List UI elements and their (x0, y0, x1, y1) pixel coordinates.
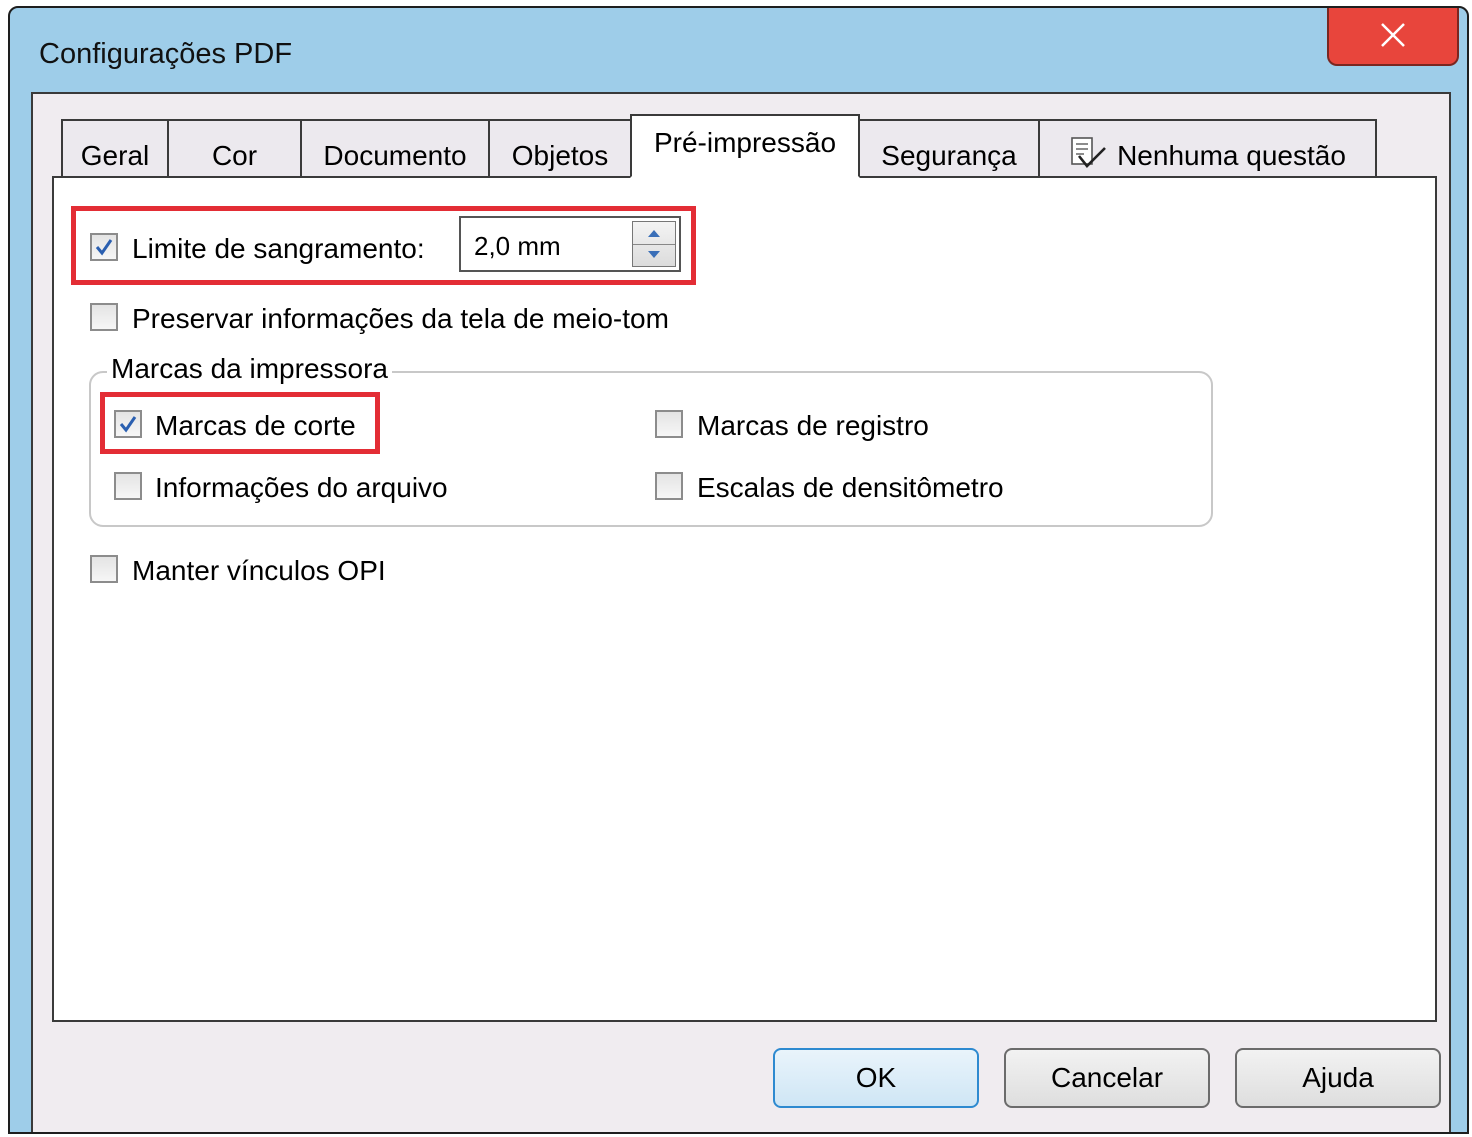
tab-security[interactable]: Segurança (858, 119, 1040, 177)
ok-button[interactable]: OK (773, 1048, 979, 1108)
halftone-label: Preservar informações da tela de meio-to… (132, 303, 669, 334)
help-button[interactable]: Ajuda (1235, 1048, 1441, 1108)
tab-label: Segurança (881, 140, 1017, 171)
tab-general[interactable]: Geral (61, 119, 169, 177)
close-button[interactable] (1327, 8, 1459, 66)
window-title: Configurações PDF (39, 38, 293, 70)
arrow-down-icon (648, 251, 660, 258)
tab-label: Geral (80, 140, 150, 171)
registration-marks-checkbox[interactable] (655, 410, 683, 438)
checkmark-icon (119, 416, 137, 433)
tab-preprint[interactable]: Pré-impressão (630, 114, 860, 178)
file-info-checkbox[interactable] (114, 472, 142, 500)
spin-down-button[interactable] (633, 244, 675, 266)
opi-checkbox[interactable] (90, 555, 118, 583)
tab-document[interactable]: Documento (300, 119, 490, 177)
bleed-checkbox[interactable] (90, 233, 118, 261)
pdf-settings-dialog: Configurações PDF Geral Cor Documento Ob… (8, 6, 1469, 1134)
file-info-label: Informações do arquivo (155, 472, 448, 503)
densitometer-label: Escalas de densitômetro (697, 472, 1004, 503)
spin-up-button[interactable] (633, 222, 675, 245)
tab-color[interactable]: Cor (167, 119, 302, 177)
checklist-icon (1071, 137, 1106, 168)
opi-label: Manter vínculos OPI (132, 555, 386, 586)
bleed-value: 2,0 mm (474, 231, 561, 261)
bleed-label: Limite de sangramento: (132, 233, 425, 264)
printer-marks-title: Marcas da impressora (107, 353, 392, 385)
tab-no-issues[interactable]: Nenhuma questão (1038, 119, 1377, 177)
tab-label: Pré-impressão (653, 127, 837, 158)
printer-marks-group: Marcas da impressora Marcas de corte Mar… (89, 353, 1213, 527)
tab-label: Cor (211, 140, 258, 171)
close-icon (1381, 23, 1405, 47)
preprint-panel: Limite de sangramento: 2,0 mm Preservar … (52, 176, 1437, 1022)
spin-buttons (632, 221, 676, 267)
tab-objects[interactable]: Objetos (488, 119, 632, 177)
tab-label: Objetos (511, 140, 609, 171)
halftone-checkbox[interactable] (90, 303, 118, 331)
tab-label: Nenhuma questão (1117, 140, 1346, 171)
densitometer-checkbox[interactable] (655, 472, 683, 500)
crop-marks-checkbox[interactable] (114, 410, 142, 438)
arrow-up-icon (648, 230, 660, 237)
registration-marks-label: Marcas de registro (697, 410, 929, 441)
crop-marks-label: Marcas de corte (155, 410, 356, 441)
tab-label: Documento (323, 140, 467, 171)
cancel-button[interactable]: Cancelar (1004, 1048, 1210, 1108)
dialog-client-area: Geral Cor Documento Objetos Pré-impressã… (31, 92, 1451, 1132)
bleed-value-stepper[interactable]: 2,0 mm (459, 216, 681, 272)
checkmark-icon (95, 239, 113, 256)
